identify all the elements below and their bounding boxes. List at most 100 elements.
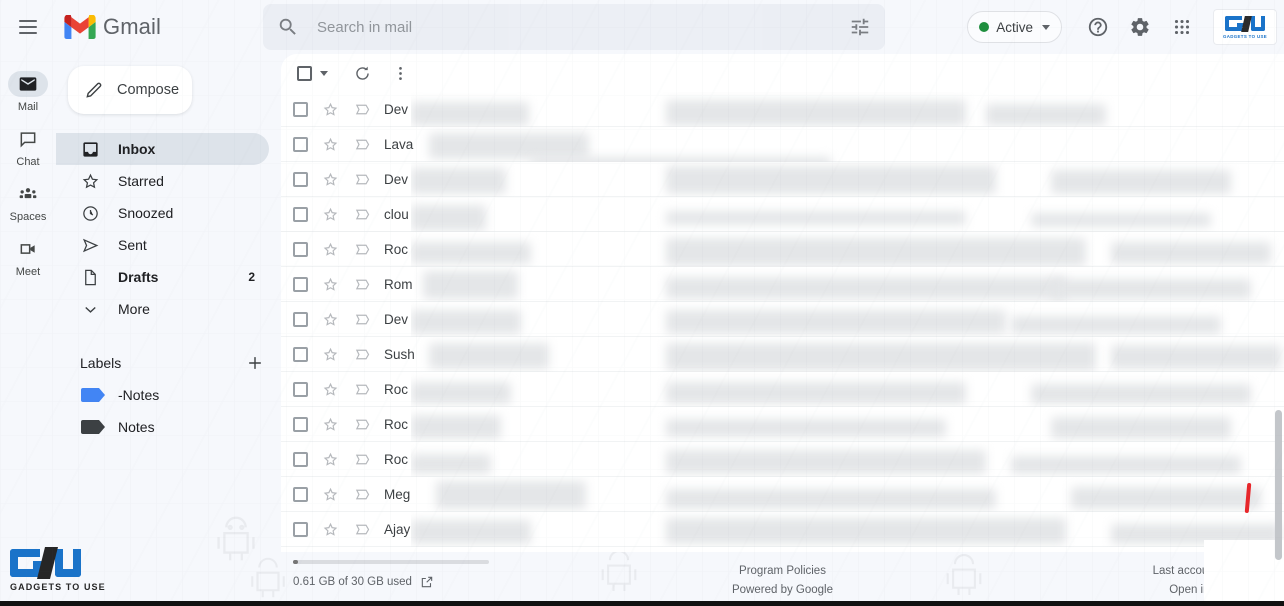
row-checkbox[interactable]: [293, 521, 308, 537]
table-row[interactable]: Roc: [281, 372, 1284, 407]
row-checkbox[interactable]: [293, 346, 308, 362]
table-row[interactable]: Dev: [281, 92, 1284, 127]
sidebar: Compose Inbox Starred Snoozed Sent Draft…: [56, 54, 281, 606]
sidebar-item-inbox[interactable]: Inbox: [56, 133, 269, 165]
tune-filter-icon[interactable]: [849, 16, 871, 38]
star-icon[interactable]: [320, 449, 340, 469]
select-all-control[interactable]: [287, 65, 328, 81]
table-row[interactable]: Dev: [281, 302, 1284, 337]
important-marker-icon[interactable]: [352, 379, 372, 399]
important-marker-icon[interactable]: [352, 484, 372, 504]
table-row[interactable]: Roc: [281, 407, 1284, 442]
star-icon[interactable]: [320, 344, 340, 364]
mail-list: Dev Lava Dev clou Roc Rom Dev Sush Roc Roc Roc Meg A…: [281, 92, 1284, 547]
important-marker-icon[interactable]: [352, 169, 372, 189]
sidebar-item-snoozed[interactable]: Snoozed: [56, 197, 269, 229]
row-checkbox[interactable]: [293, 381, 308, 397]
star-icon[interactable]: [320, 274, 340, 294]
important-marker-icon[interactable]: [352, 204, 372, 224]
help-circle-icon[interactable]: [1078, 7, 1118, 47]
table-row[interactable]: Meg: [281, 477, 1284, 512]
row-checkbox[interactable]: [293, 416, 308, 432]
row-checkbox[interactable]: [293, 101, 308, 117]
search-icon: [279, 18, 296, 35]
more-options-button[interactable]: [382, 55, 418, 91]
row-checkbox[interactable]: [293, 206, 308, 222]
account-avatar[interactable]: GADGETS TO USE: [1214, 10, 1276, 44]
table-row[interactable]: Lava: [281, 127, 1284, 162]
star-icon[interactable]: [320, 204, 340, 224]
table-row[interactable]: Sush: [281, 337, 1284, 372]
star-icon[interactable]: [320, 169, 340, 189]
program-policies-link[interactable]: Program Policies: [281, 562, 1284, 581]
sidebar-item-more[interactable]: More: [56, 293, 269, 325]
chevron-down-icon[interactable]: [320, 70, 328, 76]
powered-by-google-link[interactable]: Powered by Google: [281, 581, 1284, 600]
hamburger-icon[interactable]: [8, 7, 48, 47]
star-icon[interactable]: [320, 99, 340, 119]
important-marker-icon[interactable]: [352, 239, 372, 259]
app-rail: Mail Chat Spaces Meet: [0, 54, 56, 606]
sidebar-item-label-notes[interactable]: Notes: [56, 411, 269, 443]
row-checkbox[interactable]: [293, 311, 308, 327]
watermark-logo: GADGETS TO USE: [10, 547, 106, 592]
important-marker-icon[interactable]: [352, 134, 372, 154]
table-row[interactable]: Ajay: [281, 512, 1284, 547]
page-scrollbar[interactable]: [1275, 410, 1282, 560]
row-redacted-content: [411, 442, 1284, 477]
rail-item-spaces[interactable]: Spaces: [0, 178, 56, 229]
rail-item-mail[interactable]: Mail: [0, 68, 56, 119]
apps-grid-icon[interactable]: [1162, 7, 1202, 47]
gu-logo-icon: [1225, 15, 1265, 32]
status-badge[interactable]: Active: [967, 11, 1062, 43]
important-marker-icon[interactable]: [352, 274, 372, 294]
table-row[interactable]: Rom: [281, 267, 1284, 302]
rail-item-chat[interactable]: Chat: [0, 123, 56, 174]
compose-button[interactable]: Compose: [68, 66, 192, 114]
important-marker-icon[interactable]: [352, 344, 372, 364]
row-redacted-content: [411, 92, 1284, 127]
star-icon[interactable]: [320, 309, 340, 329]
star-icon[interactable]: [320, 134, 340, 154]
row-checkbox[interactable]: [293, 451, 308, 467]
sidebar-item-starred[interactable]: Starred: [56, 165, 269, 197]
star-icon[interactable]: [320, 484, 340, 504]
table-row[interactable]: Roc: [281, 442, 1284, 477]
important-marker-icon[interactable]: [352, 449, 372, 469]
gmail-brand[interactable]: Gmail: [64, 14, 249, 40]
rail-item-meet[interactable]: Meet: [0, 233, 56, 284]
header-right-actions: Active GADGETS TO USE: [967, 7, 1284, 47]
rail-label-meet: Meet: [15, 266, 41, 278]
row-checkbox[interactable]: [293, 171, 308, 187]
row-checkbox[interactable]: [293, 276, 308, 292]
important-marker-icon[interactable]: [352, 99, 372, 119]
row-checkbox[interactable]: [293, 136, 308, 152]
meet-camera-icon: [20, 244, 35, 254]
table-row[interactable]: Dev: [281, 162, 1284, 197]
star-icon[interactable]: [320, 519, 340, 539]
row-checkbox[interactable]: [293, 241, 308, 257]
sidebar-item-label-notes-dash[interactable]: -Notes: [56, 379, 269, 411]
plus-icon[interactable]: [245, 353, 265, 373]
table-row[interactable]: Roc: [281, 232, 1284, 267]
sidebar-item-sent[interactable]: Sent: [56, 229, 269, 261]
search-bar[interactable]: [263, 4, 885, 50]
sidebar-item-drafts[interactable]: Drafts 2: [56, 261, 269, 293]
chat-icon: [20, 132, 36, 148]
star-icon[interactable]: [320, 379, 340, 399]
important-marker-icon[interactable]: [352, 519, 372, 539]
gear-icon[interactable]: [1120, 7, 1160, 47]
sidebar-label-snoozed: Snoozed: [118, 205, 174, 221]
important-marker-icon[interactable]: [352, 414, 372, 434]
draft-icon: [80, 267, 100, 287]
overlay-panel: [1204, 540, 1284, 606]
rail-label-chat: Chat: [16, 156, 40, 168]
table-row[interactable]: clou: [281, 197, 1284, 232]
row-checkbox[interactable]: [293, 486, 308, 502]
refresh-button[interactable]: [344, 55, 380, 91]
checkbox-icon[interactable]: [297, 65, 312, 81]
star-icon[interactable]: [320, 239, 340, 259]
star-icon[interactable]: [320, 414, 340, 434]
search-input[interactable]: [317, 18, 849, 36]
important-marker-icon[interactable]: [352, 309, 372, 329]
